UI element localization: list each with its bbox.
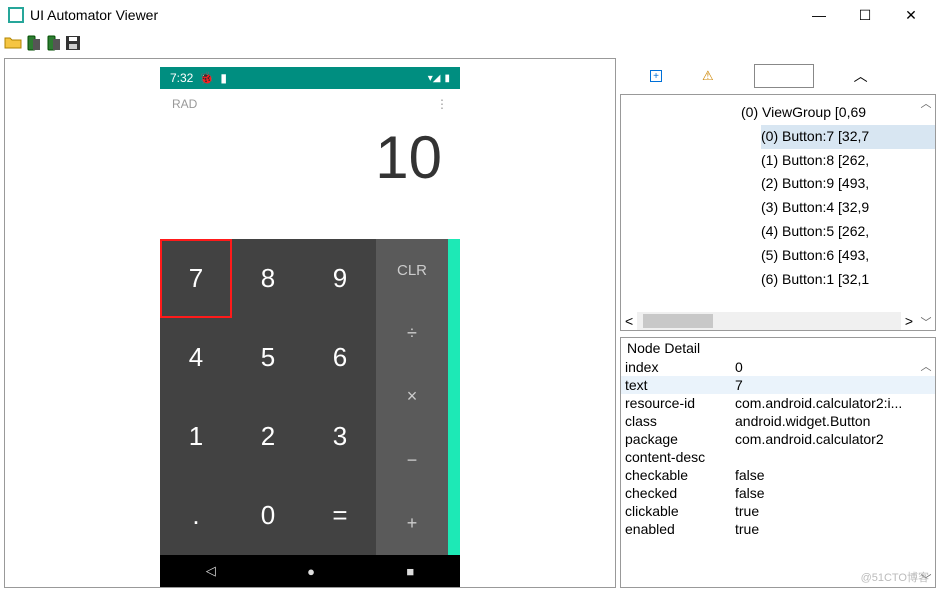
- detail-value: false: [731, 466, 935, 484]
- detail-value: android.widget.Button: [731, 412, 935, 430]
- status-bug-icon: 🐞: [199, 71, 214, 85]
- detail-key: resource-id: [621, 394, 731, 412]
- open-folder-icon[interactable]: [4, 34, 22, 52]
- key-6[interactable]: 6: [304, 318, 376, 397]
- detail-row[interactable]: content-desc: [621, 448, 935, 466]
- key-minus[interactable]: −: [376, 429, 448, 492]
- key-1[interactable]: 1: [160, 397, 232, 476]
- detail-row[interactable]: checkedfalse: [621, 484, 935, 502]
- detail-value: 7: [731, 376, 935, 394]
- detail-row[interactable]: checkablefalse: [621, 466, 935, 484]
- device-dump-compressed-icon[interactable]: [44, 34, 62, 52]
- key-clr[interactable]: CLR: [376, 239, 448, 302]
- tree-node[interactable]: (0) ViewGroup [0,69: [741, 101, 935, 125]
- detail-row[interactable]: index0: [621, 358, 935, 376]
- device-statusbar: 7:32 🐞 ▮ ▾◢ ▮: [160, 67, 460, 89]
- watermark-text: @51CTO博客: [861, 569, 929, 585]
- detail-key: package: [621, 430, 731, 448]
- key-7[interactable]: 7: [160, 239, 232, 318]
- tree-node[interactable]: (0) Button:7 [32,7: [761, 125, 935, 149]
- rad-label: RAD: [172, 97, 197, 111]
- key-9[interactable]: 9: [304, 239, 376, 318]
- device-dump-icon[interactable]: [24, 34, 42, 52]
- window-maximize-button[interactable]: ☐: [853, 7, 877, 24]
- detail-key: enabled: [621, 520, 731, 538]
- tree-node[interactable]: (3) Button:4 [32,9: [761, 196, 935, 220]
- tree-node[interactable]: (2) Button:9 [493,: [761, 172, 935, 196]
- detail-value: com.android.calculator2:i...: [731, 394, 935, 412]
- detail-key: text: [621, 376, 731, 394]
- search-input[interactable]: [754, 64, 814, 88]
- detail-key: checked: [621, 484, 731, 502]
- key-0[interactable]: 0: [232, 476, 304, 555]
- detail-key: clickable: [621, 502, 731, 520]
- tree-node[interactable]: (4) Button:5 [262,: [761, 220, 935, 244]
- node-detail-panel: index0text7resource-idcom.android.calcul…: [620, 358, 936, 588]
- tree-node[interactable]: (6) Button:1 [32,1: [761, 268, 935, 292]
- key-multiply[interactable]: ×: [376, 365, 448, 428]
- detail-value: 0: [731, 358, 935, 376]
- toolbar: [0, 30, 941, 56]
- window-titlebar: UI Automator Viewer — ☐ ✕: [0, 0, 941, 30]
- tree-node[interactable]: (5) Button:6 [493,: [761, 244, 935, 268]
- detail-value: true: [731, 520, 935, 538]
- hierarchy-tree[interactable]: (0) ViewGroup [0,69(0) Button:7 [32,7(1)…: [620, 94, 936, 331]
- app-icon: [8, 7, 24, 23]
- detail-row[interactable]: clickabletrue: [621, 502, 935, 520]
- key-divide[interactable]: ÷: [376, 302, 448, 365]
- key-2[interactable]: 2: [232, 397, 304, 476]
- tree-toolbar: + ⚠ ︿: [620, 58, 936, 94]
- node-detail-title: Node Detail: [620, 337, 936, 358]
- detail-value: com.android.calculator2: [731, 430, 935, 448]
- device-screenshot: 7:32 🐞 ▮ ▾◢ ▮ RAD ⋮ 10 7 8: [160, 67, 460, 587]
- detail-value: [731, 448, 935, 466]
- detail-vertical-scrollbar[interactable]: ︿﹀: [917, 358, 935, 587]
- status-time: 7:32: [170, 71, 193, 85]
- detail-key: checkable: [621, 466, 731, 484]
- display-value: 10: [375, 123, 442, 192]
- nav-back-icon[interactable]: ◁: [206, 563, 216, 579]
- detail-value: true: [731, 502, 935, 520]
- tree-horizontal-scrollbar[interactable]: < >: [621, 312, 917, 330]
- key-plus[interactable]: +: [376, 492, 448, 555]
- key-equals[interactable]: =: [304, 476, 376, 555]
- tree-vertical-scrollbar[interactable]: ︿﹀: [917, 95, 935, 330]
- key-4[interactable]: 4: [160, 318, 232, 397]
- status-sim-icon: ▮: [220, 71, 227, 85]
- window-close-button[interactable]: ✕: [899, 7, 923, 24]
- window-minimize-button[interactable]: —: [807, 7, 831, 24]
- status-wifi-icon: ▾◢: [428, 73, 441, 84]
- window-title: UI Automator Viewer: [30, 7, 158, 23]
- key-8[interactable]: 8: [232, 239, 304, 318]
- nav-home-icon[interactable]: ●: [307, 564, 315, 579]
- key-5[interactable]: 5: [232, 318, 304, 397]
- detail-key: content-desc: [621, 448, 731, 466]
- collapse-up-icon[interactable]: ︿: [854, 66, 868, 86]
- status-battery-icon: ▮: [444, 73, 450, 84]
- detail-value: false: [731, 484, 935, 502]
- overflow-menu-icon: ⋮: [436, 97, 448, 111]
- detail-row[interactable]: resource-idcom.android.calculator2:i...: [621, 394, 935, 412]
- nav-recents-icon[interactable]: ■: [406, 564, 414, 579]
- screenshot-pane[interactable]: 7:32 🐞 ▮ ▾◢ ▮ RAD ⋮ 10 7 8: [4, 58, 616, 588]
- key-3[interactable]: 3: [304, 397, 376, 476]
- save-icon[interactable]: [64, 34, 82, 52]
- calculator-mode-bar: RAD ⋮: [160, 89, 460, 119]
- detail-row[interactable]: text7: [621, 376, 935, 394]
- detail-key: class: [621, 412, 731, 430]
- calculator-display: 10: [160, 119, 460, 239]
- detail-row[interactable]: classandroid.widget.Button: [621, 412, 935, 430]
- detail-row[interactable]: packagecom.android.calculator2: [621, 430, 935, 448]
- device-navbar: ◁ ● ■: [160, 555, 460, 587]
- advanced-panel-handle[interactable]: [448, 239, 460, 555]
- toggle-naf-icon[interactable]: ⚠: [702, 68, 714, 84]
- expand-all-icon[interactable]: +: [650, 70, 662, 82]
- calculator-keypad: 7 8 9 4 5 6 1 2 3 . 0 = CLR ÷ ×: [160, 239, 460, 555]
- detail-key: index: [621, 358, 731, 376]
- detail-row[interactable]: enabledtrue: [621, 520, 935, 538]
- key-dot[interactable]: .: [160, 476, 232, 555]
- tree-node[interactable]: (1) Button:8 [262,: [761, 149, 935, 173]
